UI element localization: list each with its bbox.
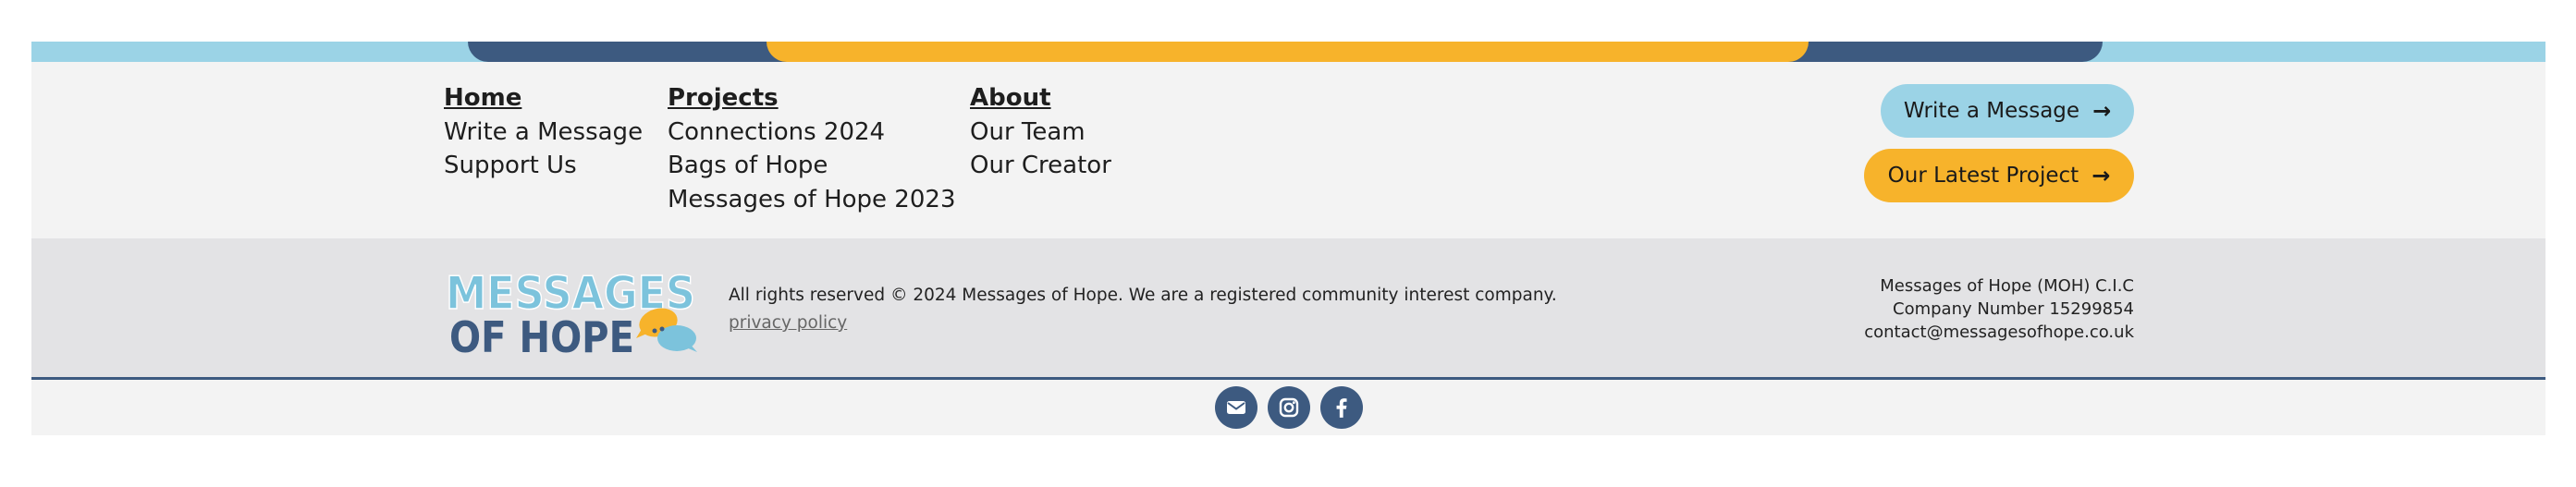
footer-nav: Home Write a Message Support Us Projects… [31,62,2545,238]
latest-project-label: Our Latest Project [1887,164,2079,188]
copyright-text: All rights reserved © 2024 Messages of H… [729,286,1557,305]
company-number: Company Number 15299854 [1893,299,2134,319]
svg-text:OF HOPE: OF HOPE [449,312,634,355]
footer: Home Write a Message Support Us Projects… [31,42,2545,435]
company-details: Messages of Hope (MOH) C.I.C Company Num… [1864,274,2134,344]
contact-email[interactable]: contact@messagesofhope.co.uk [1864,321,2134,344]
nav-column-about: About Our Team Our Creator [970,81,1111,183]
nav-link-our-creator[interactable]: Our Creator [970,149,1111,183]
instagram-link[interactable] [1268,386,1310,429]
facebook-icon [1336,398,1347,418]
envelope-icon [1227,401,1245,414]
nav-link-support-us[interactable]: Support Us [444,149,643,183]
nav-link-our-team[interactable]: Our Team [970,116,1111,150]
write-message-button[interactable]: Write a Message → [1881,84,2134,138]
instagram-icon [1279,397,1299,418]
company-name: Messages of Hope (MOH) C.I.C [1880,276,2134,296]
write-message-label: Write a Message [1903,99,2080,123]
nav-link-write-message[interactable]: Write a Message [444,116,643,150]
arrow-right-icon: → [2092,98,2112,124]
arrow-right-icon: → [2091,163,2111,189]
top-band-yellow [767,42,1809,62]
privacy-policy-link[interactable]: privacy policy [729,313,847,333]
facebook-link[interactable] [1320,386,1363,429]
nav-column-home: Home Write a Message Support Us [444,81,643,183]
nav-link-connections-2024[interactable]: Connections 2024 [668,116,955,150]
nav-link-bags-of-hope[interactable]: Bags of Hope [668,149,955,183]
email-link[interactable] [1215,386,1257,429]
latest-project-button[interactable]: Our Latest Project → [1864,149,2134,202]
nav-link-messages-of-hope-2023[interactable]: Messages of Hope 2023 [668,183,955,217]
messages-of-hope-logo[interactable]: MESSAGES OF HOPE [444,264,699,355]
footer-info: MESSAGES OF HOPE All rights reserved © 2… [31,238,2545,377]
social-links [31,380,2545,435]
nav-heading-about[interactable]: About [970,81,1111,116]
nav-heading-home[interactable]: Home [444,81,643,116]
nav-heading-projects[interactable]: Projects [668,81,955,116]
nav-column-projects: Projects Connections 2024 Bags of Hope M… [668,81,955,216]
